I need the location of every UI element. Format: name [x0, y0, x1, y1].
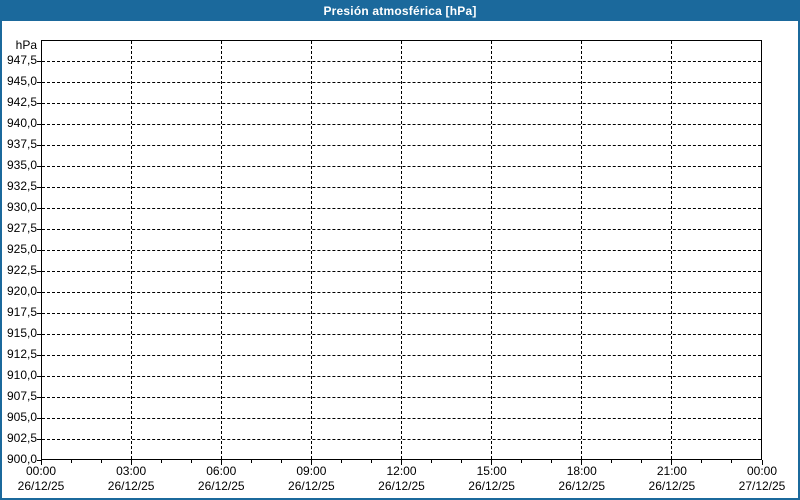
- v-gridline: [310, 41, 312, 459]
- y-tick-mark: [37, 249, 41, 251]
- x-tick-time-label: 12:00: [386, 464, 417, 478]
- y-tick-mark: [37, 81, 41, 83]
- x-tick-mark-minor: [521, 460, 523, 463]
- v-gridline: [130, 41, 132, 459]
- y-tick-label: 917,5: [6, 305, 37, 319]
- x-tick-date-label: 26/12/25: [648, 479, 696, 493]
- x-tick-mark-minor: [250, 460, 252, 463]
- x-tick-mark-minor: [100, 460, 102, 463]
- y-tick-mark: [37, 291, 41, 293]
- y-tick-label: 905,0: [6, 410, 37, 424]
- x-tick-date-label: 26/12/25: [288, 479, 335, 493]
- x-tick-date-label: 26/12/25: [378, 479, 425, 493]
- y-tick-label: 907,5: [6, 389, 37, 403]
- y-tick-label: 932,5: [6, 179, 37, 193]
- x-tick-date-label: 27/12/25: [738, 479, 786, 493]
- y-tick-mark: [37, 207, 41, 209]
- x-tick-mark-minor: [70, 460, 72, 463]
- x-tick-time-label: 06:00: [206, 464, 237, 478]
- y-tick-mark: [37, 354, 41, 356]
- y-tick-mark: [37, 60, 41, 62]
- y-tick-label: 927,5: [6, 221, 37, 235]
- x-tick-time-label: 00:00: [746, 464, 778, 478]
- y-tick-mark: [37, 396, 41, 398]
- x-tick-date-label: 26/12/25: [107, 479, 155, 493]
- y-tick-label: 910,0: [6, 368, 37, 382]
- x-tick-date-label: 26/12/25: [558, 479, 606, 493]
- x-tick-time-label: 00:00: [25, 464, 57, 478]
- x-tick-mark-minor: [641, 460, 643, 463]
- y-tick-mark: [37, 417, 41, 419]
- y-tick-label: 945,0: [6, 74, 37, 88]
- y-tick-mark: [37, 375, 41, 377]
- v-gridline: [671, 41, 673, 459]
- v-gridline: [401, 41, 402, 459]
- v-gridline: [581, 41, 583, 459]
- x-tick-time-label: 09:00: [296, 464, 327, 478]
- x-tick-date-label: 26/12/25: [17, 479, 65, 493]
- x-tick-time-label: 18:00: [566, 464, 597, 478]
- y-tick-label: 915,0: [6, 326, 37, 340]
- y-tick-label: 920,0: [6, 284, 37, 298]
- x-tick-time-label: 15:00: [476, 464, 507, 478]
- x-tick-mark-minor: [280, 460, 282, 463]
- y-tick-label: 947,5: [6, 53, 37, 67]
- y-tick-label: 940,0: [6, 116, 37, 130]
- y-tick-mark: [37, 165, 41, 167]
- x-tick-mark-minor: [431, 460, 433, 463]
- y-tick-label: 942,5: [6, 95, 37, 109]
- plot-layer: 947,5 945,0 942,5 940,0 937,5 935,0 932,5 930,0…: [0, 0, 800, 500]
- y-tick-mark: [37, 102, 41, 104]
- y-tick-mark: [37, 270, 41, 272]
- x-tick-mark-minor: [611, 460, 613, 463]
- y-tick-mark: [37, 123, 41, 125]
- y-tick-mark: [37, 312, 41, 314]
- y-tick-label: 912,5: [6, 347, 37, 361]
- x-tick-mark-minor: [551, 460, 553, 463]
- y-tick-mark: [37, 144, 41, 146]
- x-tick-mark-minor: [160, 460, 162, 463]
- x-tick-date-label: 26/12/25: [197, 479, 245, 493]
- y-tick-mark: [37, 438, 41, 440]
- v-gridline: [220, 41, 222, 459]
- y-tick-label: 902,5: [6, 431, 37, 445]
- x-tick-time-label: 03:00: [116, 464, 147, 478]
- x-tick-mark-minor: [731, 460, 733, 463]
- y-tick-label: 930,0: [6, 200, 37, 214]
- x-tick-date-label: 26/12/25: [468, 479, 515, 493]
- x-tick-mark-minor: [701, 460, 703, 463]
- x-tick-mark-minor: [461, 460, 463, 463]
- y-tick-label: 935,0: [6, 158, 37, 172]
- y-tick-label: 925,0: [6, 242, 37, 256]
- y-tick-mark: [37, 228, 41, 230]
- x-tick-mark-minor: [370, 460, 372, 463]
- x-tick-mark-minor: [190, 460, 192, 463]
- y-tick-label: 922,5: [6, 263, 37, 277]
- y-tick-mark: [37, 333, 41, 335]
- x-tick-mark-minor: [340, 460, 342, 463]
- y-tick-label: 937,5: [6, 137, 37, 151]
- chart-window: Presión atmosférica [hPa] hPa 947,5 945,0…: [0, 0, 800, 500]
- v-gridline: [491, 41, 493, 459]
- x-tick-time-label: 21:00: [656, 464, 687, 478]
- y-tick-mark: [37, 186, 41, 188]
